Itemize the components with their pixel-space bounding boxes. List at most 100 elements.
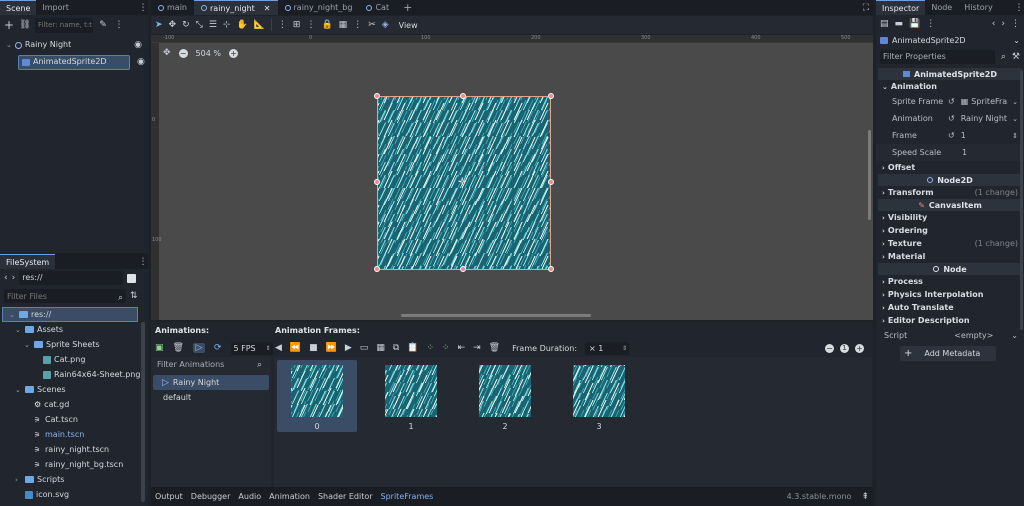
fs-item[interactable]: Cat.png — [0, 352, 148, 367]
fs-filter-input[interactable] — [4, 289, 126, 303]
frame-cell[interactable]: 1 — [371, 360, 451, 432]
autoplay-icon[interactable]: ▷ — [192, 343, 205, 353]
tree-item-animatedsprite2d[interactable]: AnimatedSprite2D ◉ — [0, 54, 148, 70]
visibility-eye-icon[interactable]: ◉ — [137, 55, 145, 69]
section-process[interactable]: › Process — [876, 275, 1024, 288]
history-list-icon[interactable]: ⋮ — [1011, 19, 1020, 29]
property-filter-input[interactable]: Filter Properties — [880, 50, 995, 64]
filter-options-icon[interactable]: ⋮ — [113, 20, 125, 30]
frame-cell[interactable]: 2 — [465, 360, 545, 432]
fs-item[interactable]: ⚞ Cat.tscn — [0, 412, 148, 427]
history-back-icon[interactable]: ‹ — [992, 19, 996, 29]
vertical-scrollbar[interactable] — [868, 130, 871, 220]
spin-arrows-icon[interactable]: ⇕ — [1012, 132, 1018, 140]
lock-icon[interactable]: 🔒 — [321, 20, 332, 30]
revert-icon[interactable]: ↺ — [948, 97, 955, 106]
section-editor-description[interactable]: › Editor Description — [876, 314, 1024, 327]
chevron-down-icon[interactable]: › — [15, 473, 22, 487]
revert-icon[interactable]: ↺ — [948, 131, 955, 140]
tab-animation[interactable]: Animation — [265, 487, 314, 506]
move-right-icon[interactable]: ⇥ — [473, 343, 481, 353]
delete-frame-icon[interactable]: 🗑 — [489, 343, 500, 353]
tab-scene[interactable]: Scene — [0, 0, 37, 15]
select-tool-icon[interactable]: ➤ — [155, 20, 163, 30]
resize-handle[interactable] — [460, 93, 466, 99]
property-value[interactable]: 1 — [961, 131, 966, 140]
insert-after-icon[interactable]: ⁘ — [442, 343, 450, 353]
distraction-free-icon[interactable]: ⛶ — [863, 3, 869, 13]
section-visibility[interactable]: › Visibility — [876, 211, 1024, 224]
chevron-down-icon[interactable]: ⌄ — [6, 38, 12, 52]
horizontal-scrollbar[interactable] — [401, 314, 591, 317]
paste-icon[interactable]: 📋 — [407, 343, 418, 353]
fps-spinbox[interactable]: 5 FPS ⇕ — [230, 341, 273, 355]
link-icon[interactable]: ⛓ — [19, 20, 31, 30]
chevron-down-icon[interactable]: ⌄ — [24, 338, 31, 352]
fs-item[interactable]: › Scripts — [0, 472, 148, 487]
tab-shader-editor[interactable]: Shader Editor — [314, 487, 377, 506]
property-value[interactable]: 1 — [962, 148, 967, 157]
menu-dots-icon[interactable]: ⋮ — [138, 0, 148, 15]
chevron-down-icon[interactable]: ⌄ — [9, 308, 16, 322]
section-auto-translate[interactable]: › Auto Translate — [876, 301, 1024, 314]
play-icon[interactable]: ⏩ — [326, 343, 337, 353]
zoom-out-icon[interactable]: − — [825, 343, 834, 353]
tab-node[interactable]: Node — [925, 0, 958, 15]
bone-icon[interactable]: ⋮ — [353, 20, 362, 30]
chevron-down-icon[interactable]: ⌄ — [1011, 331, 1018, 340]
grid-snap-icon[interactable]: ⊞ — [293, 20, 301, 30]
list-tool-icon[interactable]: ☰ — [209, 20, 217, 30]
resize-handle[interactable] — [460, 266, 466, 272]
stop-icon[interactable]: ■ — [309, 343, 318, 353]
skeleton-icon[interactable]: ✂ — [368, 20, 376, 30]
chevron-down-icon[interactable]: ⌄ — [1013, 36, 1020, 45]
extra-menu-icon[interactable]: ⋮ — [926, 19, 935, 29]
selected-node[interactable]: AnimatedSprite2D — [18, 54, 130, 70]
property-value[interactable]: SpriteFra — [971, 97, 1007, 106]
tab-inspector[interactable]: Inspector — [876, 0, 926, 15]
tab-main[interactable]: main — [151, 0, 194, 15]
resize-handle[interactable] — [548, 179, 554, 185]
tab-history[interactable]: History — [958, 0, 998, 15]
zoom-reset-icon[interactable]: 1 — [840, 343, 849, 353]
menu-dots-icon[interactable]: ⋮ — [138, 254, 148, 269]
tab-import[interactable]: Import — [36, 0, 75, 15]
tree-item-rainy-night[interactable]: ⌄ Rainy Night ◉ — [0, 38, 148, 52]
fs-item[interactable]: ⌄ res:// — [2, 307, 138, 322]
fs-scrollbar[interactable] — [141, 322, 145, 502]
tab-cat[interactable]: Cat — [359, 0, 396, 15]
panel-expand-icon[interactable]: ⇞ — [861, 492, 869, 502]
ruler-tool-icon[interactable]: 📐 — [254, 20, 265, 30]
canvas-viewport[interactable]: -100 0 100 200 300 400 500 0 100 ✥ − 504… — [151, 35, 873, 320]
revert-icon[interactable]: ↺ — [948, 114, 955, 123]
chevron-down-icon[interactable]: ⌄ — [1012, 115, 1018, 123]
move-tool-icon[interactable]: ✥ — [169, 20, 177, 30]
zoom-in-icon[interactable]: + — [855, 343, 864, 353]
fs-item[interactable]: ⌄ Sprite Sheets — [0, 337, 148, 352]
add-frames-icon[interactable]: ▦ — [376, 343, 385, 353]
back-arrow-icon[interactable]: ‹ — [4, 273, 8, 283]
scene-filter-input[interactable] — [35, 17, 93, 33]
fs-item[interactable]: ⌄ Scenes — [0, 382, 148, 397]
spin-arrows-icon[interactable]: ⇕ — [622, 345, 627, 352]
frame-duration-spinbox[interactable]: × 1 ⇕ — [585, 341, 630, 355]
fs-item[interactable]: ⚙ cat.gd — [0, 397, 148, 412]
fs-item[interactable]: ⚞ main.tscn — [0, 427, 148, 442]
fs-item[interactable]: ⚞ rainy_night.tscn — [0, 442, 148, 457]
add-animation-icon[interactable]: ▣ — [155, 343, 164, 353]
history-forward-icon[interactable]: › — [1001, 19, 1005, 29]
forward-arrow-icon[interactable]: › — [12, 273, 16, 283]
save-icon[interactable]: 💾 — [909, 19, 920, 29]
more-options-icon[interactable]: ⋮ — [306, 20, 315, 30]
section-ordering[interactable]: › Ordering — [876, 224, 1024, 237]
snap-icon[interactable]: ⋮ — [278, 20, 287, 30]
load-sheet-icon[interactable]: ▭ — [360, 343, 369, 353]
section-animation[interactable]: ⌄ Animation — [876, 80, 1024, 93]
tab-rainy-night-bg[interactable]: rainy_night_bg — [278, 0, 360, 15]
script-value[interactable]: <empty> — [954, 331, 993, 340]
script-icon[interactable]: ✎ — [97, 20, 109, 30]
copy-icon[interactable]: ⧉ — [393, 343, 399, 353]
tab-spriteframes[interactable]: SpriteFrames — [377, 487, 438, 506]
resize-handle[interactable] — [374, 266, 380, 272]
close-icon[interactable]: ✕ — [264, 1, 271, 16]
